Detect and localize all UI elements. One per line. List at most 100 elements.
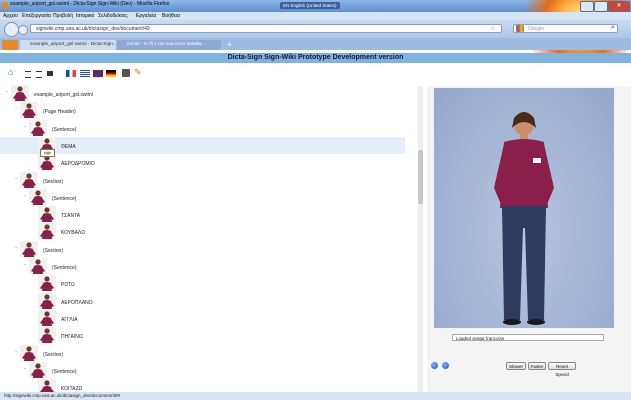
tab-signwiki[interactable]: example_airport_gsl.swiml - Dicta-Sign .… xyxy=(20,40,119,50)
sign-avatar-thumbnail[interactable] xyxy=(38,327,56,344)
menu-edit[interactable]: Επεξεργασία xyxy=(22,12,51,20)
tree-scrollbar[interactable] xyxy=(418,86,423,392)
tree-node-label: example_airport_gsl.swiml xyxy=(34,92,93,98)
tree-node-label: (Section) xyxy=(43,351,64,358)
tree-node[interactable]: − (Page Header) xyxy=(0,102,405,119)
tab-gmail[interactable]: Gmail - to tfl.1 me sva ivoro katallia .… xyxy=(117,40,221,50)
tree-expander-icon[interactable]: − xyxy=(15,106,17,111)
status-url: http://signwiki.cmp.uea.ac.uk/dictasign_… xyxy=(4,393,121,398)
avatar-viewport[interactable] xyxy=(434,88,614,328)
tree-expander-icon[interactable]: − xyxy=(24,193,26,198)
home-icon[interactable]: ⌂ xyxy=(8,67,13,77)
language-indicator[interactable]: EN English (United States) xyxy=(280,2,340,9)
list-icon[interactable] xyxy=(47,71,53,76)
sign-avatar-thumbnail[interactable] xyxy=(38,206,56,223)
menu-bookmarks[interactable]: Σελιδοδείκτες xyxy=(98,12,128,20)
app-icon xyxy=(2,2,8,9)
sign-avatar-thumbnail[interactable] xyxy=(11,85,29,101)
menu-history[interactable]: Ιστορικό xyxy=(76,12,94,20)
tree-node[interactable]: − (Sentence) xyxy=(0,119,405,137)
sign-avatar-thumbnail[interactable] xyxy=(20,171,38,188)
sign-wiki-toolbar: ⌂ ✎ xyxy=(0,63,631,81)
tree-scrollbar-thumb[interactable] xyxy=(418,150,423,204)
tree-expander-icon[interactable]: − xyxy=(15,349,17,354)
sign-avatar-thumbnail[interactable] xyxy=(29,361,47,378)
bookmark-star-icon[interactable]: ☆ xyxy=(490,25,495,32)
tree-node[interactable]: ΘΕΜΑ xyxy=(0,136,405,155)
faster-button[interactable]: Faster xyxy=(528,362,546,370)
sign-avatar-thumbnail[interactable] xyxy=(38,379,56,392)
tree-expander-icon[interactable]: − xyxy=(15,176,17,181)
export-icon[interactable] xyxy=(122,69,130,77)
tree-node[interactable]: − (Sentence) xyxy=(0,258,405,275)
sign-avatar-thumbnail[interactable] xyxy=(20,344,38,361)
tree-node[interactable]: − (Sentence) xyxy=(0,188,405,206)
tooltip: sign xyxy=(40,149,55,157)
slower-button[interactable]: Slower xyxy=(506,362,526,370)
tree-node-label: ΤΣΑΝΤΑ xyxy=(61,213,81,220)
sign-avatar-thumbnail[interactable] xyxy=(29,188,47,205)
sign-avatar-thumbnail[interactable] xyxy=(38,292,56,309)
tree-node-label: (Sentence) xyxy=(52,265,77,271)
tree-node-label: ΘΕΜΑ xyxy=(61,143,76,150)
back-button[interactable] xyxy=(4,22,19,37)
flag-gr-icon[interactable] xyxy=(80,70,90,77)
tree-node[interactable]: − (Section) xyxy=(0,171,405,189)
flag-de-icon[interactable] xyxy=(106,70,116,77)
tree-node-label: (Sentence) xyxy=(52,195,77,202)
edit-icon[interactable]: ✎ xyxy=(134,67,142,78)
list-icon[interactable] xyxy=(36,71,42,78)
menu-tools[interactable]: Εργαλεία xyxy=(136,12,156,20)
sign-avatar-thumbnail[interactable] xyxy=(29,119,47,136)
sign-avatar-thumbnail[interactable] xyxy=(38,275,56,292)
tree-node[interactable]: ΑΕΡΟΔΡΟΜΙΟ xyxy=(0,154,405,171)
tree-node[interactable]: − (Section) xyxy=(0,240,405,258)
maximize-button[interactable] xyxy=(594,1,608,12)
tree-expander-icon[interactable]: − xyxy=(24,366,26,371)
tree-node[interactable]: − (Section) xyxy=(0,344,405,362)
tree-node[interactable]: ΡΩΤΩ xyxy=(0,275,405,292)
tree-expander-icon[interactable]: − xyxy=(15,245,17,250)
play-icon[interactable] xyxy=(431,362,438,369)
menu-file[interactable]: Αρχείο xyxy=(3,12,18,20)
new-tab-button[interactable]: + xyxy=(227,40,232,49)
tree-expander-icon[interactable]: − xyxy=(24,262,26,267)
tree-node[interactable]: − (Sentence) xyxy=(0,361,405,379)
tree-node-label: (Sentence) xyxy=(52,126,77,133)
document-tree: − example_airport_gsl.swiml − (Page Header)… xyxy=(0,83,418,392)
search-input[interactable]: Google xyxy=(513,24,618,33)
sign-avatar-thumbnail[interactable] xyxy=(29,258,47,274)
tree-node[interactable]: ΚΟΙΤΑΖΩ xyxy=(0,379,405,392)
firefox-menu-button[interactable] xyxy=(2,40,18,50)
list-icon[interactable] xyxy=(25,71,31,78)
flag-fr-icon[interactable] xyxy=(66,70,76,77)
tree-node-label: (Section) xyxy=(43,247,64,254)
tab-label: example_airport_gsl.swiml - Dicta-Sign .… xyxy=(30,42,119,47)
minimize-button[interactable] xyxy=(580,1,594,12)
tree-node[interactable]: ΤΣΑΝΤΑ xyxy=(0,206,405,223)
stop-icon[interactable] xyxy=(442,362,449,369)
sign-avatar-thumbnail[interactable] xyxy=(20,102,38,119)
signing-avatar-figure xyxy=(494,112,554,325)
flag-uk-icon[interactable] xyxy=(93,70,103,77)
tree-node[interactable]: ΑΓΓΛΙΑ xyxy=(0,309,405,327)
forward-button[interactable] xyxy=(18,25,28,35)
sign-avatar-thumbnail[interactable] xyxy=(20,240,38,257)
tree-node-label: ΠΗΓΑΙΝΩ xyxy=(61,334,83,341)
address-bar[interactable]: signwiki.cmp.uea.ac.uk/dictasign_dev/doc… xyxy=(30,24,502,33)
tree-expander-icon[interactable]: − xyxy=(24,124,26,129)
menu-help[interactable]: Βοήθεια xyxy=(162,12,180,20)
close-icon[interactable]: ✕ xyxy=(608,1,630,12)
sign-avatar-thumbnail[interactable] xyxy=(38,309,56,326)
menu-view[interactable]: Προβολή xyxy=(53,12,73,20)
search-icon[interactable]: ⌕ xyxy=(611,24,615,32)
sign-avatar-thumbnail[interactable] xyxy=(38,223,56,240)
tree-node-label: ΑΕΡΟΔΡΟΜΙΟ xyxy=(61,161,95,168)
tree-expander-icon[interactable]: − xyxy=(6,89,8,94)
tree-node[interactable]: − example_airport_gsl.swiml xyxy=(0,85,405,102)
reset-speed-button[interactable]: Reset Speed xyxy=(548,362,576,377)
tree-node[interactable]: ΑΕΡΟΠΛΑΝΟ xyxy=(0,292,405,310)
tree-node[interactable]: ΠΗΓΑΙΝΩ xyxy=(0,327,405,344)
player-status-field: Loaded avatar francoise xyxy=(452,334,604,341)
tree-node[interactable]: ΚΟΥΒΑΛΩ xyxy=(0,223,405,240)
